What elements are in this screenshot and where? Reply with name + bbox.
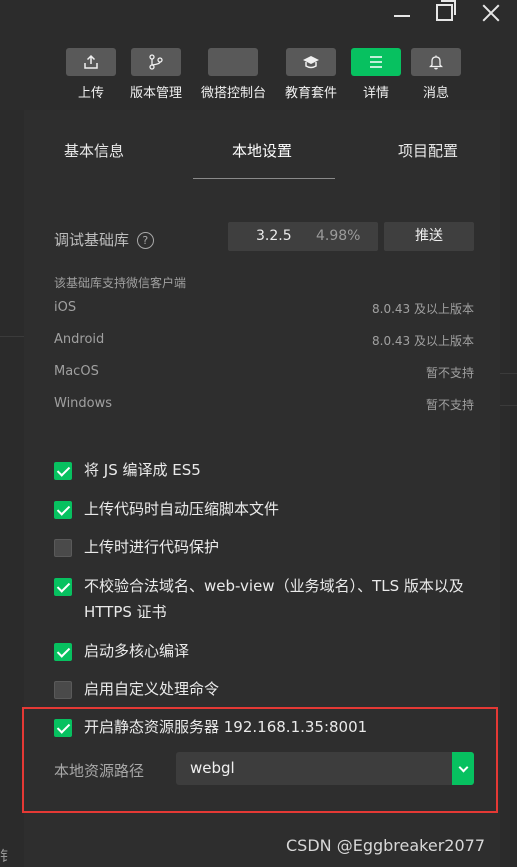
platform-name: Windows: [54, 396, 113, 411]
menu-icon: [351, 48, 401, 76]
support-title: 该基础库支持微信客户端: [54, 276, 187, 290]
option-label: 启用自定义处理命令: [84, 680, 220, 698]
dropdown-button[interactable]: [452, 752, 474, 785]
bell-icon: [411, 48, 461, 76]
details-panel: 基本信息 本地设置 项目配置 调试基础库 ? 3.2.5 4.98% 推送 该基…: [24, 110, 500, 867]
option-minify-on-upload[interactable]: 上传代码时自动压缩脚本文件: [54, 496, 464, 522]
option-label: 开启静态资源服务器 192.168.1.35:8001: [84, 718, 368, 736]
support-row-ios: iOS 8.0.43 及以上版本: [54, 300, 474, 316]
upload-button[interactable]: 上传: [65, 48, 117, 101]
tab-basic-info[interactable]: 基本信息: [64, 140, 124, 161]
left-editor-edge: [0, 110, 24, 867]
resource-path-label: 本地资源路径: [54, 762, 145, 780]
option-custom-commands[interactable]: 启用自定义处理命令: [54, 676, 464, 702]
education-kit-button[interactable]: 教育套件: [279, 48, 343, 101]
lib-version: 3.2.5: [256, 228, 292, 244]
support-row-android: Android 8.0.43 及以上版本: [54, 332, 474, 348]
details-button[interactable]: 详情: [350, 48, 402, 101]
education-kit-label: 教育套件: [284, 86, 337, 101]
help-icon[interactable]: ?: [136, 232, 154, 249]
minimize-icon: [394, 15, 410, 17]
debug-lib-text: 调试基础库: [54, 231, 130, 249]
title-bar: 上传 版本管理 微搭控制台 教育套件 详情 消息: [0, 0, 517, 110]
weda-console-label: 微搭控制台: [201, 86, 267, 101]
tab-project-config[interactable]: 项目配置: [398, 140, 458, 161]
active-tab-indicator: [193, 178, 335, 179]
platform-support: 8.0.43 及以上版本: [372, 302, 474, 316]
right-editor-edge: [500, 110, 517, 867]
platform-name: iOS: [54, 300, 77, 315]
upload-label: 上传: [77, 86, 104, 101]
option-static-server[interactable]: 开启静态资源服务器 192.168.1.35:8001: [54, 714, 464, 740]
tab-local-settings[interactable]: 本地设置: [232, 140, 292, 161]
option-label: 启动多核心编译: [84, 642, 190, 660]
debug-lib-select[interactable]: 3.2.5 4.98%: [228, 222, 378, 251]
checkbox[interactable]: [54, 539, 72, 557]
resource-path-value: webgl: [190, 759, 235, 777]
push-button[interactable]: 推送: [384, 222, 474, 251]
chevron-down-icon: [458, 762, 468, 772]
option-label: 不校验合法域名、web-view（业务域名）、TLS 版本以及 HTTPS 证书: [84, 577, 464, 621]
checkbox[interactable]: [54, 462, 72, 480]
platform-support: 8.0.43 及以上版本: [372, 334, 474, 348]
option-skip-domain-check[interactable]: 不校验合法域名、web-view（业务域名）、TLS 版本以及 HTTPS 证书: [54, 573, 464, 625]
details-label: 详情: [362, 86, 389, 101]
option-es6-to-es5[interactable]: 将 JS 编译成 ES5: [54, 457, 464, 483]
resource-path-select[interactable]: webgl: [176, 752, 474, 785]
upload-icon: [66, 48, 116, 76]
option-code-protect[interactable]: 上传时进行代码保护: [54, 534, 464, 560]
blank-icon: [208, 48, 258, 76]
close-icon: [482, 4, 500, 22]
option-label: 上传时进行代码保护: [84, 538, 220, 556]
checkbox[interactable]: [54, 719, 72, 737]
restore-icon: [436, 0, 456, 21]
platform-support: 暂不支持: [425, 398, 474, 412]
messages-button[interactable]: 消息: [410, 48, 462, 101]
lib-percent: 4.98%: [316, 228, 361, 244]
checkbox[interactable]: [54, 681, 72, 699]
checkbox[interactable]: [54, 643, 72, 661]
support-row-windows: Windows 暂不支持: [54, 396, 474, 412]
option-label: 上传代码时自动压缩脚本文件: [84, 500, 280, 518]
clipped-editor-text: 钅: [0, 849, 14, 865]
maximize-button[interactable]: [436, 0, 456, 21]
branch-icon: [131, 48, 181, 76]
close-button[interactable]: [482, 4, 500, 22]
platform-name: MacOS: [54, 364, 99, 379]
minimize-button[interactable]: [394, 6, 410, 17]
weda-console-button[interactable]: 微搭控制台: [201, 48, 267, 101]
checkbox[interactable]: [54, 501, 72, 519]
checkbox[interactable]: [54, 578, 72, 596]
platform-support: 暂不支持: [425, 366, 474, 380]
version-control-button[interactable]: 版本管理: [124, 48, 188, 101]
debug-lib-label: 调试基础库 ?: [54, 229, 154, 250]
tab-bar: 基本信息 本地设置 项目配置: [24, 110, 500, 182]
option-label: 将 JS 编译成 ES5: [84, 461, 201, 479]
option-multi-core-compile[interactable]: 启动多核心编译: [54, 638, 464, 664]
support-row-macos: MacOS 暂不支持: [54, 364, 474, 380]
platform-name: Android: [54, 332, 105, 347]
watermark: CSDN @Eggbreaker2077: [286, 836, 485, 855]
graduation-cap-icon: [286, 48, 336, 76]
messages-label: 消息: [422, 86, 449, 101]
version-control-label: 版本管理: [129, 86, 182, 101]
